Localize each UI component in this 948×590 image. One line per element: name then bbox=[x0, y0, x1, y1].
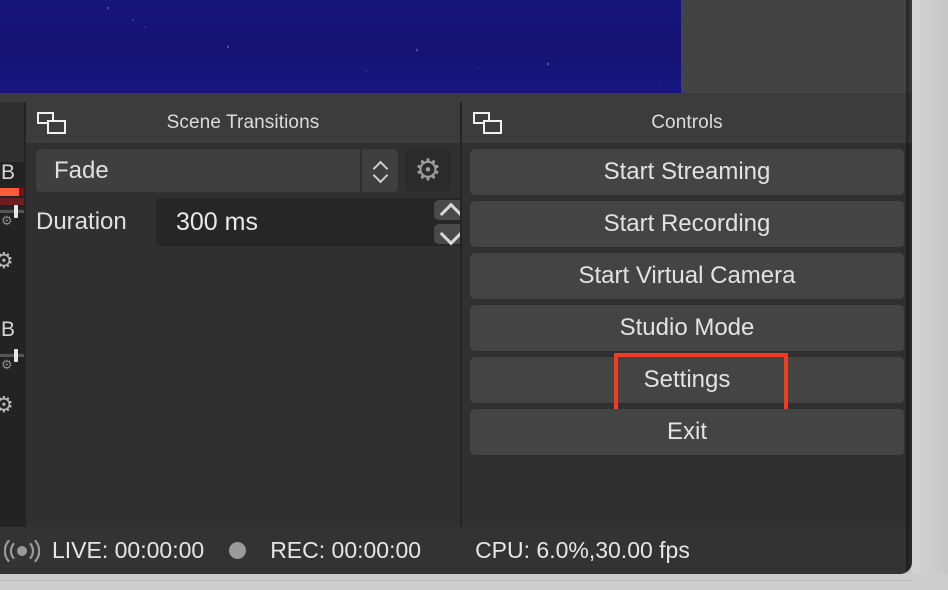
transition-select[interactable]: Fade bbox=[36, 149, 360, 192]
transition-properties-button[interactable]: ⚙ bbox=[406, 149, 450, 192]
volume-meter-peak-1 bbox=[0, 198, 26, 205]
scene-transitions-header: Scene Transitions bbox=[26, 102, 460, 143]
broadcast-icon bbox=[3, 538, 41, 564]
desktop-background-bottom bbox=[0, 574, 948, 590]
live-timer: LIVE: 00:00:00 bbox=[52, 537, 205, 563]
transition-duration-row: Duration 300 ms bbox=[36, 198, 468, 246]
duration-label: Duration bbox=[36, 208, 127, 235]
volume-slider-handle-2[interactable] bbox=[14, 349, 18, 362]
preview-area bbox=[0, 0, 912, 93]
settings-button[interactable]: Settings bbox=[470, 353, 904, 415]
scene-transitions-body: Fade ⚙ Duration 300 ms bbox=[26, 143, 468, 527]
audio-mixer-dock-edge: B ⚙ ⚙ B ⚙ ⚙ bbox=[0, 162, 26, 527]
start-streaming-button[interactable]: Start Streaming bbox=[470, 149, 904, 195]
scene-transitions-dock: Scene Transitions Fade ⚙ Duration 300 ms bbox=[26, 102, 468, 527]
gear-icon: ⚙ bbox=[414, 153, 442, 187]
rec-timer: REC: 00:00:00 bbox=[270, 537, 422, 563]
scene-transitions-title: Scene Transitions bbox=[166, 111, 320, 133]
controls-dock: Controls Start Streaming Start Recording… bbox=[462, 102, 912, 527]
record-dot-icon bbox=[229, 542, 247, 559]
controls-button-list: Start Streaming Start Recording Start Vi… bbox=[470, 149, 904, 461]
mixer-settings-gear-icon-1[interactable]: ⚙ bbox=[0, 250, 16, 272]
cpu-usage-text: CPU: 6.0%,30.00 fps bbox=[475, 537, 690, 563]
exit-button[interactable]: Exit bbox=[470, 409, 904, 455]
mixer-db-label-1: B bbox=[1, 162, 16, 184]
controls-title: Controls bbox=[651, 111, 723, 133]
duration-value: 300 ms bbox=[176, 207, 258, 236]
obs-studio-window: B ⚙ ⚙ B ⚙ ⚙ Scene Transitions Fade ⚙ Dur… bbox=[0, 0, 912, 574]
status-bar: LIVE: 00:00:00 REC: 00:00:00 CPU: 6.0%,3… bbox=[0, 527, 912, 574]
chevron-down-icon bbox=[373, 172, 387, 180]
controls-header: Controls bbox=[462, 102, 912, 143]
studio-mode-button[interactable]: Studio Mode bbox=[470, 305, 904, 351]
mixer-gear-icon-1[interactable]: ⚙ bbox=[1, 214, 14, 227]
start-virtual-camera-button[interactable]: Start Virtual Camera bbox=[470, 253, 904, 299]
duration-input[interactable]: 300 ms bbox=[156, 198, 432, 246]
controls-body: Start Streaming Start Recording Start Vi… bbox=[462, 143, 912, 527]
float-dock-icon[interactable] bbox=[37, 112, 67, 134]
transition-select-arrows[interactable] bbox=[360, 149, 398, 192]
volume-meter-1 bbox=[0, 188, 26, 196]
screen: B ⚙ ⚙ B ⚙ ⚙ Scene Transitions Fade ⚙ Dur… bbox=[0, 0, 948, 590]
chevron-down-icon bbox=[440, 229, 460, 240]
transition-select-value: Fade bbox=[54, 156, 109, 184]
preview-divider bbox=[0, 93, 912, 102]
volume-slider-handle-1[interactable] bbox=[14, 205, 18, 218]
desktop-background-right bbox=[912, 0, 948, 590]
program-preview-canvas[interactable] bbox=[0, 0, 681, 93]
float-dock-icon[interactable] bbox=[473, 112, 503, 134]
transition-select-row: Fade ⚙ bbox=[36, 149, 450, 192]
mixer-settings-gear-icon-2[interactable]: ⚙ bbox=[0, 394, 16, 416]
dock-strip: B ⚙ ⚙ B ⚙ ⚙ Scene Transitions Fade ⚙ Dur… bbox=[0, 102, 912, 527]
start-recording-button[interactable]: Start Recording bbox=[470, 201, 904, 247]
chevron-up-icon bbox=[440, 205, 460, 216]
mixer-db-label-2: B bbox=[1, 318, 16, 341]
mixer-gear-icon-2[interactable]: ⚙ bbox=[1, 358, 14, 371]
